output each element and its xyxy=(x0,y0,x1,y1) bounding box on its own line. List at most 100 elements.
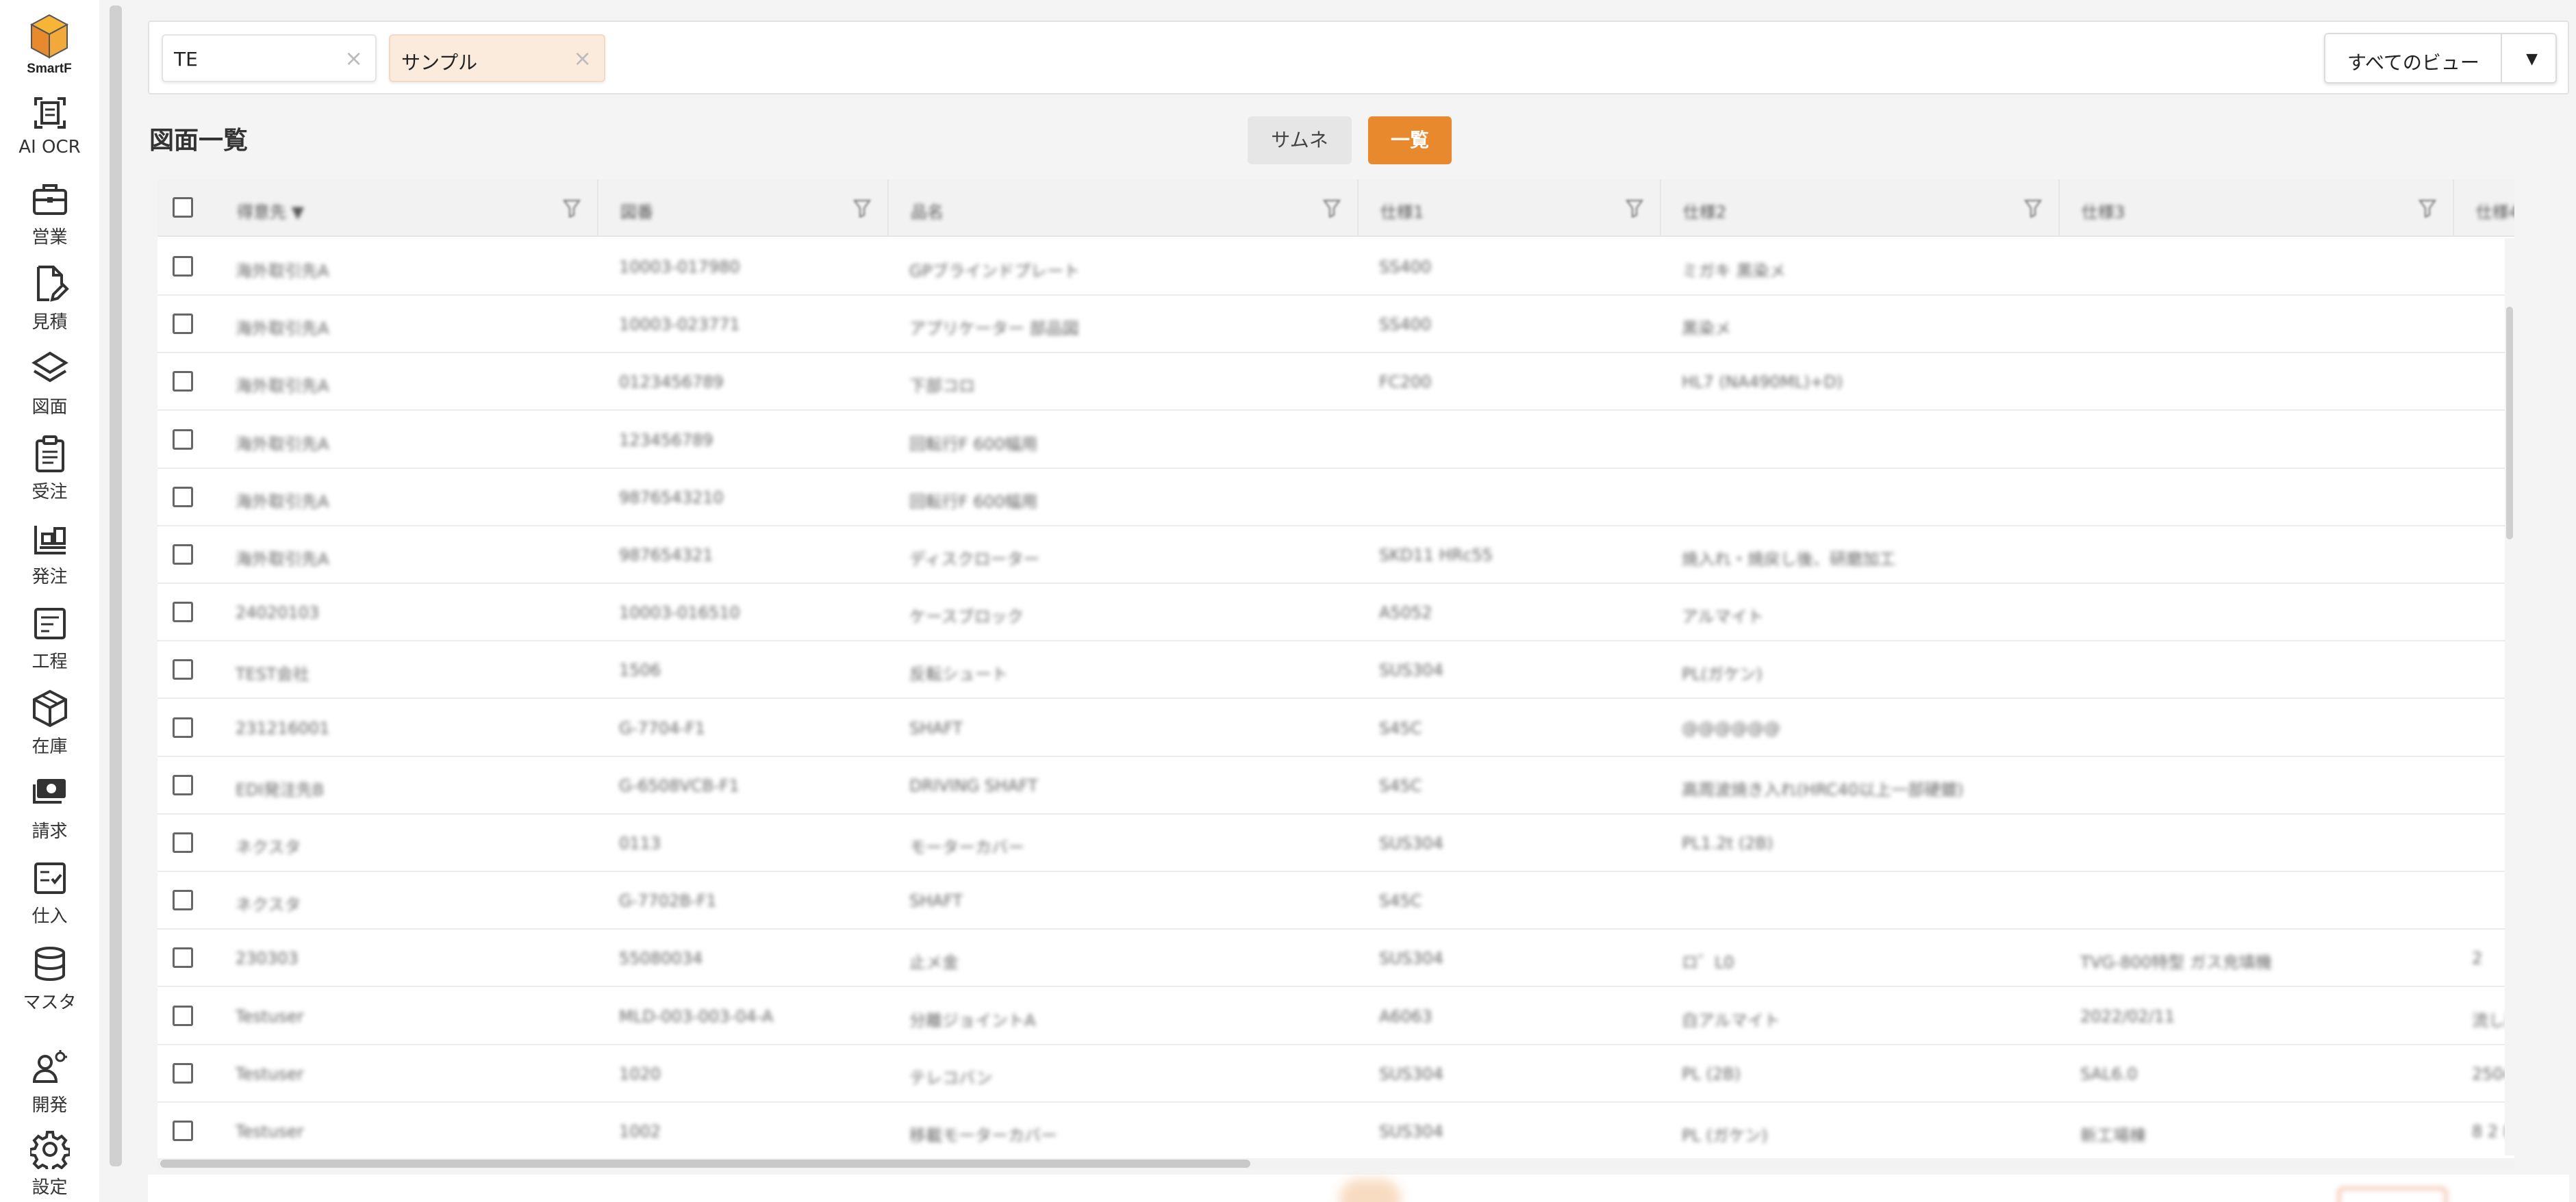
table-cell: ケースブロック xyxy=(909,607,1024,627)
filter-chip-te[interactable]: TE × xyxy=(162,34,377,82)
table-row[interactable]: 海外取引先A 123456789 回転行F 600幅用 xyxy=(157,411,2514,469)
scrollbar-thumb[interactable] xyxy=(2506,307,2513,539)
table-cell: SUS304 xyxy=(1379,1122,1443,1141)
table-row[interactable]: Testuser MLD-003-003-04-A 分離ジョイントA A6063 白アル… xyxy=(157,988,2514,1045)
table-row[interactable]: 24020103 10003-016510 ケースブロック A5052 アルマイト xyxy=(157,584,2514,642)
table-row[interactable]: EDI発注先B G-6508VCB-F1 DRIVING SHAFT S45C 高周波焼… xyxy=(157,757,2514,815)
row-checkbox[interactable] xyxy=(173,947,193,969)
row-checkbox[interactable] xyxy=(173,256,193,277)
table-cell: SKD11 HRc55 xyxy=(1379,546,1493,565)
table-cell: 1506 xyxy=(619,661,661,680)
row-checkbox[interactable] xyxy=(173,659,193,680)
nav-ai-ocr[interactable]: AI OCR xyxy=(0,93,99,175)
row-checkbox[interactable] xyxy=(173,832,193,853)
page-title: 図面一覧 xyxy=(149,127,249,155)
row-checkbox[interactable] xyxy=(173,717,193,738)
view-select[interactable]: すべてのビュー ▼ xyxy=(2324,33,2557,84)
filter-chip-sample[interactable]: サンプル × xyxy=(389,34,605,82)
nav-order-received[interactable]: 受注 xyxy=(0,434,99,516)
row-checkbox[interactable] xyxy=(173,890,193,911)
row-checkbox[interactable] xyxy=(173,774,193,795)
nav-label: 仕入 xyxy=(31,906,68,927)
table-row[interactable]: 230303 55080034 止メ金 SUS304 ロ゛L0 TVG-800特型 ガス充… xyxy=(157,930,2514,988)
thumbnail-view-button[interactable]: サムネ xyxy=(1248,116,1352,164)
app-root: SmartF AI OCR 営業 見積 図面 受注 発注 工程 在庫 請求 仕入… xyxy=(0,0,2576,1202)
page-size-select[interactable] xyxy=(2338,1187,2447,1202)
table-row[interactable]: ネクスタ G-7702B-F1 SHAFT S45C xyxy=(157,872,2514,930)
select-all-checkbox[interactable] xyxy=(173,197,193,218)
row-checkbox[interactable] xyxy=(173,486,193,507)
nav-billing[interactable]: 請求 xyxy=(0,773,99,856)
table-cell: G-6508VCB-F1 xyxy=(619,776,740,795)
column-header-spec3[interactable]: 仕様3 xyxy=(2060,179,2454,237)
nav-label: 発注 xyxy=(31,567,68,587)
column-header-drawing-number[interactable]: 図番 xyxy=(598,179,889,237)
nav-master[interactable]: マスタ xyxy=(0,945,99,1027)
table-cell: 分離ジョイントA xyxy=(909,1010,1036,1030)
row-checkbox[interactable] xyxy=(173,1121,193,1141)
filter-icon[interactable] xyxy=(1626,199,1643,218)
table-row[interactable]: Testuser 1020 テレコバン SUS304 PL (2B) SAL6.0 2504 xyxy=(157,1045,2514,1103)
column-header-product-name[interactable]: 品名 xyxy=(889,179,1359,237)
table-row[interactable]: 海外取引先A 10003-017980 GPブラインドプレート SS400 ミガキ 黒染… xyxy=(157,238,2514,296)
column-header-spec4[interactable]: 仕様4 xyxy=(2454,179,2514,237)
filter-icon[interactable] xyxy=(2024,199,2042,218)
table-horizontal-scrollbar[interactable] xyxy=(157,1158,2514,1169)
nav-purchase[interactable]: 仕入 xyxy=(0,858,99,941)
nav-sales[interactable]: 営業 xyxy=(0,179,99,261)
brand-logo[interactable]: SmartF xyxy=(23,12,75,78)
table-cell: 下部コロ xyxy=(909,376,975,396)
table-cell: SS400 xyxy=(1379,315,1432,335)
row-checkbox[interactable] xyxy=(173,602,193,623)
filter-icon[interactable] xyxy=(853,199,871,218)
table-cell: 海外取引先A xyxy=(236,491,329,511)
table-cell: FC200 xyxy=(1379,372,1432,392)
page-indicator[interactable] xyxy=(1339,1179,1401,1202)
table-vertical-scrollbar[interactable] xyxy=(2505,238,2514,1155)
table-row[interactable]: 海外取引先A 9876543210 回転行F 600幅用 xyxy=(157,469,2514,526)
nav-label: 見積 xyxy=(31,312,68,333)
nav-estimate[interactable]: 見積 xyxy=(0,264,99,346)
table-row[interactable]: Testuser 1002 移載モーターカバー SUS304 PL (ガケン) 新工場棟 8… xyxy=(157,1103,2514,1158)
table-cell: 反転シュート xyxy=(909,665,1008,685)
table-row[interactable]: 海外取引先A 0123456789 下部コロ FC200 HL7 (NA490ML)+D… xyxy=(157,353,2514,411)
table-cell: A6063 xyxy=(1379,1006,1432,1026)
nav-process[interactable]: 工程 xyxy=(0,604,99,686)
column-header-spec2[interactable]: 仕様2 xyxy=(1661,179,2060,237)
nav-settings[interactable]: 設定 xyxy=(0,1129,99,1202)
nav-inventory[interactable]: 在庫 xyxy=(0,689,99,771)
nav-order-placed[interactable]: 発注 xyxy=(0,519,99,601)
row-checkbox[interactable] xyxy=(173,544,193,565)
row-checkbox[interactable] xyxy=(173,429,193,450)
nav-development[interactable]: 開発 xyxy=(0,1047,99,1129)
row-checkbox[interactable] xyxy=(173,314,193,335)
row-checkbox[interactable] xyxy=(173,1062,193,1084)
column-header-spec1[interactable]: 仕様1 xyxy=(1359,179,1661,237)
table-row[interactable]: 海外取引先A 10003-023771 アプリケーター 部品図 SS400 黒染メ xyxy=(157,296,2514,354)
table-row[interactable]: 海外取引先A 987654321 ディスクローター SKD11 HRc55 焼入れ・焼戻… xyxy=(157,526,2514,584)
close-icon[interactable]: × xyxy=(573,45,592,71)
table-row[interactable]: 231216001 G-7704-F1 SHAFT S45C @@@@@@ xyxy=(157,700,2514,757)
table-row[interactable]: TEST会社 1506 反転シュート SUS304 PL(ガケン) xyxy=(157,641,2514,700)
chevron-down-icon[interactable]: ▼ xyxy=(2526,51,2538,68)
table-cell: 10003-016510 xyxy=(619,603,740,623)
table-cell: 海外取引先A xyxy=(236,261,329,281)
nav-drawing[interactable]: 図面 xyxy=(0,349,99,431)
filter-bar: TE × サンプル × すべてのビュー ▼ xyxy=(148,21,2569,94)
filter-icon[interactable] xyxy=(2419,199,2436,218)
table-row[interactable]: ネクスタ 0113 モーターカバー SUS304 PL1.2t (2B) xyxy=(157,815,2514,872)
column-header-customer[interactable]: 得意先 ▼ xyxy=(215,179,598,237)
close-icon[interactable]: × xyxy=(344,45,363,71)
filter-icon[interactable] xyxy=(1323,199,1341,218)
sidebar-scrollbar[interactable] xyxy=(110,5,122,1166)
list-view-button[interactable]: 一覧 xyxy=(1368,116,1452,164)
table-cell: 0113 xyxy=(619,834,661,853)
table-cell: 2 xyxy=(2472,949,2483,969)
table-cell: 焼入れ・焼戻し後、研磨加工 xyxy=(1682,550,1895,569)
row-checkbox[interactable] xyxy=(173,371,193,392)
scrollbar-thumb[interactable] xyxy=(160,1160,1250,1168)
table-cell: 白アルマイト xyxy=(1682,1010,1780,1030)
filter-icon[interactable] xyxy=(563,199,581,218)
row-checkbox[interactable] xyxy=(173,1005,193,1026)
nav-label: 受注 xyxy=(31,482,68,502)
